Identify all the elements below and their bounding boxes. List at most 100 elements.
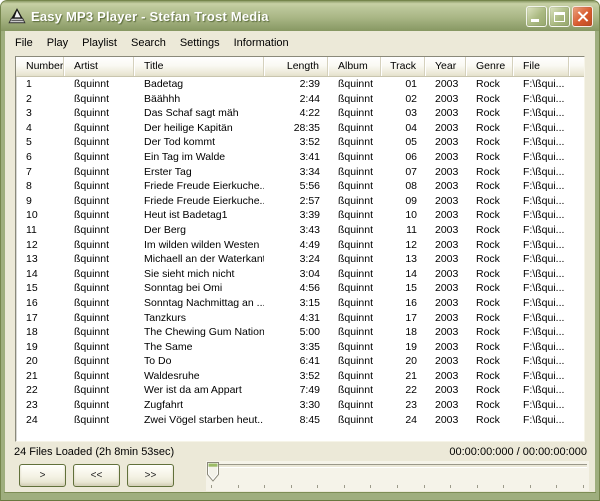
column-header-title[interactable]: Title [134, 57, 264, 76]
cell-genre: Rock [466, 121, 513, 136]
cell-title: Sonntag bei Omi [134, 281, 264, 296]
table-row[interactable]: 1ßquinntBadetag2:39ßquinnt012003RockF:\ß… [16, 77, 584, 92]
table-row[interactable]: 12ßquinntIm wilden wilden Westen4:49ßqui… [16, 238, 584, 253]
cell-length: 6:41 [264, 354, 328, 369]
table-row[interactable]: 22ßquinntWer ist da am Appart7:49ßquinnt… [16, 383, 584, 398]
column-header-album[interactable]: Album [328, 57, 381, 76]
cell-album: ßquinnt [328, 223, 381, 238]
cell-artist: ßquinnt [64, 165, 134, 180]
cell-track: 07 [381, 165, 425, 180]
cell-artist: ßquinnt [64, 208, 134, 223]
close-button[interactable] [572, 6, 593, 27]
cell-title: Friede Freude Eierkuche... [134, 194, 264, 209]
cell-year: 2003 [425, 398, 466, 413]
cell-track: 01 [381, 77, 425, 92]
table-row[interactable]: 14ßquinntSie sieht mich nicht3:04ßquinnt… [16, 267, 584, 282]
cell-track: 09 [381, 194, 425, 209]
cell-file: F:\ßqui... [513, 398, 569, 413]
column-header-number[interactable]: Number [16, 57, 64, 76]
gramophone-icon [8, 7, 26, 25]
menu-search[interactable]: Search [124, 35, 173, 51]
table-row[interactable]: 5ßquinntDer Tod kommt3:52ßquinnt052003Ro… [16, 135, 584, 150]
cell-genre: Rock [466, 311, 513, 326]
table-row[interactable]: 7ßquinntErster Tag3:34ßquinnt072003RockF… [16, 165, 584, 180]
cell-track: 21 [381, 369, 425, 384]
table-row[interactable]: 23ßquinntZugfahrt3:30ßquinnt232003RockF:… [16, 398, 584, 413]
table-row[interactable]: 19ßquinntThe Same3:35ßquinnt192003RockF:… [16, 340, 584, 355]
cell-file: F:\ßqui... [513, 383, 569, 398]
table-row[interactable]: 21ßquinntWaldesruhe3:52ßquinnt212003Rock… [16, 369, 584, 384]
column-header-artist[interactable]: Artist [64, 57, 134, 76]
cell-album: ßquinnt [328, 208, 381, 223]
table-row[interactable]: 18ßquinntThe Chewing Gum Nation5:00ßquin… [16, 325, 584, 340]
cell-album: ßquinnt [328, 92, 381, 107]
cell-title: Waldesruhe [134, 369, 264, 384]
table-row[interactable]: 2ßquinntBäähhh2:44ßquinnt022003RockF:\ßq… [16, 92, 584, 107]
table-row[interactable]: 13ßquinntMichaell an der Waterkant3:24ßq… [16, 252, 584, 267]
cell-track: 10 [381, 208, 425, 223]
play-button[interactable]: > [19, 464, 66, 487]
maximize-button[interactable] [549, 6, 570, 27]
playlist-header: Number Artist Title Length Album Track Y… [16, 57, 584, 77]
cell-length: 3:04 [264, 267, 328, 282]
cell-artist: ßquinnt [64, 311, 134, 326]
slider-thumb[interactable] [207, 462, 219, 482]
previous-button[interactable]: << [73, 464, 120, 487]
column-header-genre[interactable]: Genre [466, 57, 513, 76]
cell-file: F:\ßqui... [513, 92, 569, 107]
table-row[interactable]: 4ßquinntDer heilige Kapitän28:35ßquinnt0… [16, 121, 584, 136]
cell-year: 2003 [425, 340, 466, 355]
menu-playlist[interactable]: Playlist [75, 35, 124, 51]
table-row[interactable]: 6ßquinntEin Tag im Walde3:41ßquinnt06200… [16, 150, 584, 165]
cell-year: 2003 [425, 369, 466, 384]
minimize-button[interactable] [526, 6, 547, 27]
slider-track[interactable] [208, 464, 587, 468]
cell-track: 24 [381, 413, 425, 428]
menu-information[interactable]: Information [227, 35, 296, 51]
table-row[interactable]: 16ßquinntSonntag Nachmittag an ...3:15ßq… [16, 296, 584, 311]
cell-length: 3:35 [264, 340, 328, 355]
column-header-length[interactable]: Length [264, 57, 328, 76]
cell-title: Ein Tag im Walde [134, 150, 264, 165]
column-header-track[interactable]: Track [381, 57, 425, 76]
cell-track: 17 [381, 311, 425, 326]
files-loaded-status: 24 Files Loaded (2h 8min 53sec) [14, 446, 174, 458]
seek-slider[interactable] [206, 461, 589, 491]
cell-length: 5:00 [264, 325, 328, 340]
window-controls [526, 6, 593, 27]
cell-album: ßquinnt [328, 413, 381, 428]
cell-length: 4:49 [264, 238, 328, 253]
title-bar[interactable]: Easy MP3 Player - Stefan Trost Media [1, 1, 599, 31]
cell-genre: Rock [466, 150, 513, 165]
cell-title: Zwei Vögel starben heut... [134, 413, 264, 428]
next-button[interactable]: >> [127, 464, 174, 487]
table-row[interactable]: 15ßquinntSonntag bei Omi4:56ßquinnt15200… [16, 281, 584, 296]
cell-year: 2003 [425, 92, 466, 107]
cell-track: 02 [381, 92, 425, 107]
cell-album: ßquinnt [328, 296, 381, 311]
table-row[interactable]: 9ßquinntFriede Freude Eierkuche...2:57ßq… [16, 194, 584, 209]
cell-genre: Rock [466, 325, 513, 340]
cell-genre: Rock [466, 398, 513, 413]
menu-file[interactable]: File [8, 35, 40, 51]
cell-genre: Rock [466, 106, 513, 121]
table-row[interactable]: 11ßquinntDer Berg3:43ßquinnt112003RockF:… [16, 223, 584, 238]
tick-mark [317, 485, 318, 488]
table-row[interactable]: 8ßquinntFriede Freude Eierkuche...5:56ßq… [16, 179, 584, 194]
cell-album: ßquinnt [328, 369, 381, 384]
table-row[interactable]: 17ßquinntTanzkurs4:31ßquinnt172003RockF:… [16, 311, 584, 326]
tick-mark [264, 485, 265, 488]
table-row[interactable]: 3ßquinntDas Schaf sagt mäh4:22ßquinnt032… [16, 106, 584, 121]
table-row[interactable]: 24ßquinntZwei Vögel starben heut...8:45ß… [16, 413, 584, 428]
menu-settings[interactable]: Settings [173, 35, 227, 51]
column-header-year[interactable]: Year [425, 57, 466, 76]
table-row[interactable]: 20ßquinntTo Do6:41ßquinnt202003RockF:\ßq… [16, 354, 584, 369]
menu-play[interactable]: Play [40, 35, 75, 51]
cell-genre: Rock [466, 267, 513, 282]
cell-file: F:\ßqui... [513, 296, 569, 311]
cell-artist: ßquinnt [64, 369, 134, 384]
column-header-file[interactable]: File [513, 57, 569, 76]
table-row[interactable]: 10ßquinntHeut ist Badetag13:39ßquinnt102… [16, 208, 584, 223]
tick-mark [424, 485, 425, 488]
cell-year: 2003 [425, 150, 466, 165]
